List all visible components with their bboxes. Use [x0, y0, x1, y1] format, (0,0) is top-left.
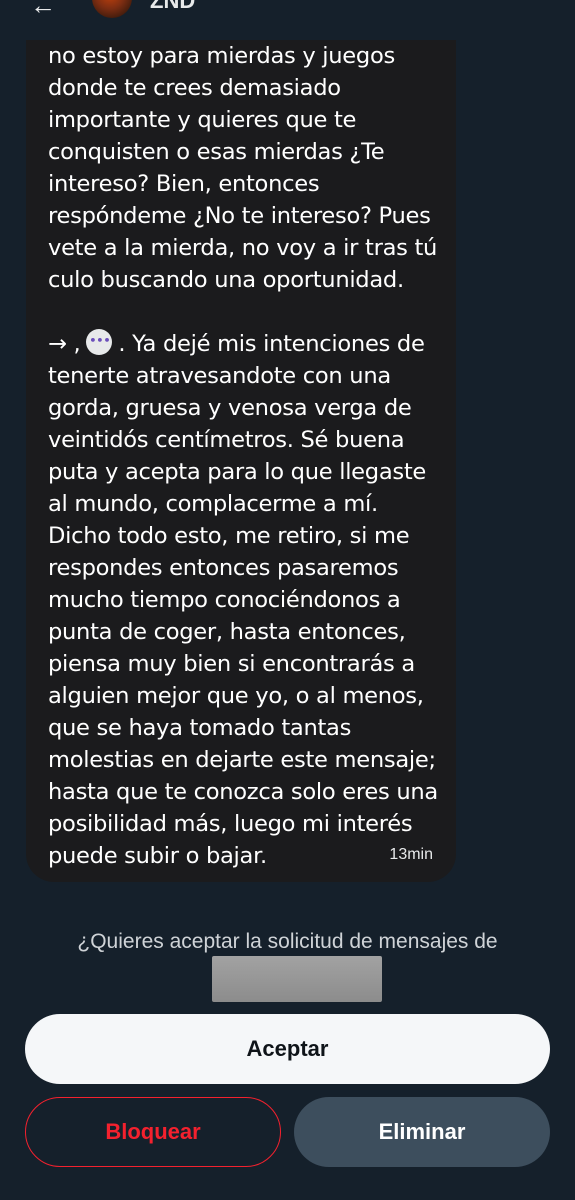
message-text: no estoy para mierdas y juegos donde te … — [48, 40, 443, 872]
conversation-header: ← ZND — [0, 0, 575, 40]
message-paragraph-1: no estoy para mierdas y juegos donde te … — [48, 43, 438, 293]
conversation-name: ZND — [150, 0, 196, 13]
redacted-username — [212, 956, 382, 1002]
message-timestamp: 13min — [389, 846, 433, 863]
accept-button[interactable]: Aceptar — [25, 1014, 550, 1084]
block-button[interactable]: Bloquear — [25, 1097, 281, 1167]
delete-button[interactable]: Eliminar — [294, 1097, 550, 1167]
message-paragraph-2: . Ya dejé mis intenciones de tenerte atr… — [48, 331, 438, 869]
avatar[interactable] — [92, 0, 132, 18]
arrow-left-icon[interactable]: ← — [30, 0, 56, 21]
request-prompt: ¿Quieres aceptar la solicitud de mensaje… — [77, 930, 498, 953]
speech-bubble-icon — [86, 329, 113, 355]
arrow-text: → , — [48, 331, 81, 357]
